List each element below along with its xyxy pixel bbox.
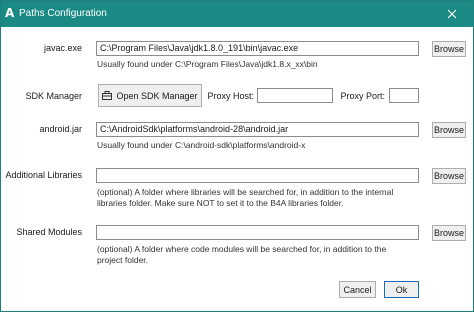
android-jar-path-field[interactable]: C:\AndroidSdk\platforms\android-28\andro… — [96, 122, 419, 137]
additional-libraries-hint-line2: libraries folder. Make sure NOT to set i… — [97, 198, 344, 208]
b4a-app-icon: A — [5, 6, 15, 20]
proxy-host-label: Proxy Host: — [207, 91, 254, 101]
shared-modules-label: Shared Modules — [16, 227, 82, 237]
javac-browse-button[interactable]: Browse — [432, 41, 466, 57]
android-jar-label: android.jar — [39, 124, 82, 134]
shared-modules-browse-button[interactable]: Browse — [432, 225, 466, 241]
javac-hint: Usually found under C:\Program Files\Jav… — [97, 59, 318, 69]
additional-libraries-label: Additional Libraries — [5, 170, 82, 180]
android-jar-browse-button[interactable]: Browse — [432, 122, 466, 138]
shared-modules-path-field[interactable] — [96, 225, 419, 240]
title-bar: A Paths Configuration — [1, 1, 473, 27]
sdk-manager-label: SDK Manager — [25, 91, 82, 101]
javac-label: javac.exe — [43, 43, 82, 53]
proxy-port-input[interactable] — [389, 88, 419, 103]
close-button[interactable] — [431, 1, 473, 27]
ok-button[interactable]: Ok — [384, 281, 419, 298]
close-icon — [447, 9, 457, 19]
additional-libraries-path-field[interactable] — [96, 168, 419, 183]
paths-configuration-dialog: A Paths Configuration javac.exe C:\Progr… — [0, 0, 474, 312]
javac-path-field[interactable]: C:\Program Files\Java\jdk1.8.0_191\bin\j… — [96, 41, 419, 56]
proxy-host-input[interactable] — [257, 88, 333, 103]
open-sdk-manager-label: Open SDK Manager — [116, 90, 198, 101]
proxy-port-label: Proxy Port: — [340, 91, 385, 101]
shared-modules-hint-line2: project folder. — [97, 255, 149, 265]
toolbox-icon — [102, 91, 113, 100]
cancel-button[interactable]: Cancel — [339, 281, 376, 298]
window-title: Paths Configuration — [19, 8, 107, 19]
android-jar-hint: Usually found under C:\android-sdk\platf… — [97, 140, 306, 150]
open-sdk-manager-button[interactable]: Open SDK Manager — [98, 84, 202, 107]
additional-libraries-browse-button[interactable]: Browse — [432, 168, 466, 184]
